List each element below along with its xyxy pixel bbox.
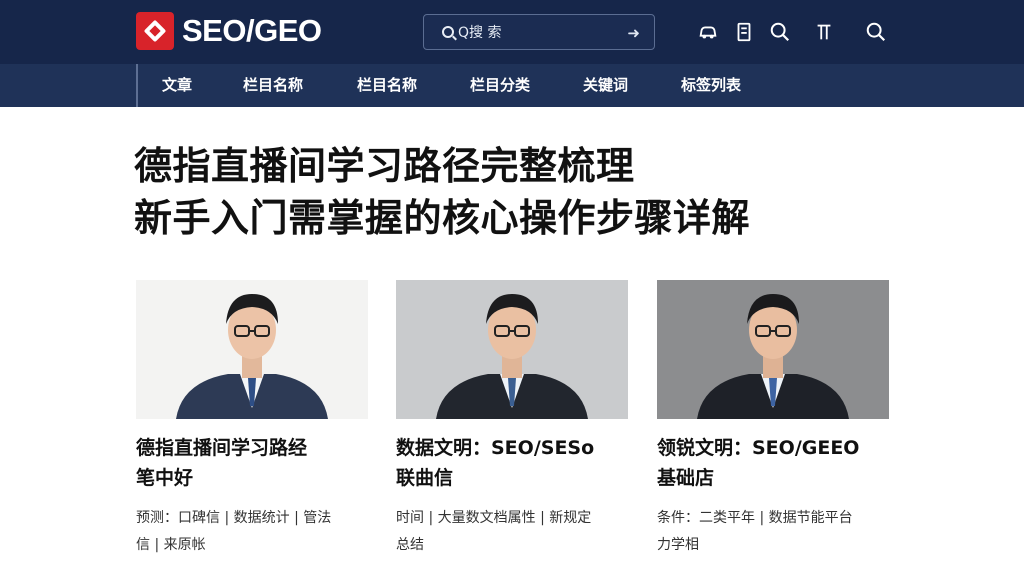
- card-meta-line-2: 力学相: [657, 537, 699, 553]
- article-card[interactable]: 德指直播间学习路经 笔中好 预测：口碑信 | 数据统计 | 管法 信 | 来原帐: [136, 280, 368, 559]
- card-photo[interactable]: [396, 280, 628, 419]
- nav-item-tag-list[interactable]: 标签列表: [681, 64, 741, 107]
- nav-divider: [136, 64, 138, 107]
- page-title-line-1: 德指直播间学习路径完整梳理: [134, 144, 635, 188]
- nav-item-articles[interactable]: 文章: [162, 64, 192, 107]
- card-title-line-2: 笔中好: [136, 467, 194, 489]
- card-title[interactable]: 领锐文明：SEO/GEEO 基础店: [657, 433, 889, 493]
- card-title-line-1: 领锐文明：SEO/GEEO: [657, 437, 860, 459]
- bookmark-icon[interactable]: [812, 20, 836, 44]
- send-arrow-icon[interactable]: ➜: [627, 24, 640, 42]
- nav-item-column-name-2[interactable]: 栏目名称: [357, 64, 417, 107]
- card-meta-line-1: 预测：口碑信 | 数据统计 | 管法: [136, 510, 332, 526]
- search-icon[interactable]: [768, 20, 792, 44]
- article-card[interactable]: 领锐文明：SEO/GEEO 基础店 条件：二类平年 | 数据节能平台 力学相: [657, 280, 889, 559]
- card-meta-line-2: 总结: [396, 537, 424, 553]
- search-icon[interactable]: [864, 20, 888, 44]
- car-icon[interactable]: [696, 20, 720, 44]
- logo-diamond-icon: [136, 12, 174, 50]
- nav-item-column-category[interactable]: 栏目分类: [470, 64, 530, 107]
- card-photo[interactable]: [657, 280, 889, 419]
- search-box[interactable]: Q搜 索 ➜: [423, 14, 655, 50]
- nav-item-keywords[interactable]: 关键词: [583, 64, 628, 107]
- card-meta: 条件：二类平年 | 数据节能平台 力学相: [657, 505, 889, 559]
- card-meta: 时间 | 大量数文档属性 | 新规定 总结: [396, 505, 628, 559]
- logo-text: SEO/GEO: [182, 13, 322, 48]
- nav-item-column-name-1[interactable]: 栏目名称: [243, 64, 303, 107]
- header-icon-group: [696, 20, 888, 44]
- card-title[interactable]: 数据文明：SEO/SESo 联曲信: [396, 433, 628, 493]
- card-title-line-2: 基础店: [657, 467, 715, 489]
- main-nav: 文章 栏目名称 栏目名称 栏目分类 关键词 标签列表: [0, 64, 1024, 107]
- card-meta-line-1: 条件：二类平年 | 数据节能平台: [657, 510, 853, 526]
- card-title-line-1: 数据文明：SEO/SESo: [396, 437, 595, 459]
- page-title-line-2: 新手入门需掌握的核心操作步骤详解: [134, 196, 751, 240]
- card-title-line-1: 德指直播间学习路经: [136, 437, 308, 459]
- card-title[interactable]: 德指直播间学习路经 笔中好: [136, 433, 368, 493]
- document-icon[interactable]: [732, 20, 756, 44]
- search-icon: [442, 26, 454, 38]
- card-meta-line-2: 信 | 来原帐: [136, 537, 206, 553]
- card-photo[interactable]: [136, 280, 368, 419]
- page-title: 德指直播间学习路径完整梳理 新手入门需掌握的核心操作步骤详解: [134, 140, 994, 244]
- search-placeholder: Q搜 索: [458, 25, 502, 41]
- card-meta: 预测：口碑信 | 数据统计 | 管法 信 | 来原帐: [136, 505, 368, 559]
- article-card[interactable]: 数据文明：SEO/SESo 联曲信 时间 | 大量数文档属性 | 新规定 总结: [396, 280, 628, 559]
- top-header: SEO/GEO Q搜 索 ➜: [0, 0, 1024, 64]
- card-meta-line-1: 时间 | 大量数文档属性 | 新规定: [396, 510, 592, 526]
- card-title-line-2: 联曲信: [396, 467, 454, 489]
- site-logo[interactable]: SEO/GEO: [136, 12, 322, 50]
